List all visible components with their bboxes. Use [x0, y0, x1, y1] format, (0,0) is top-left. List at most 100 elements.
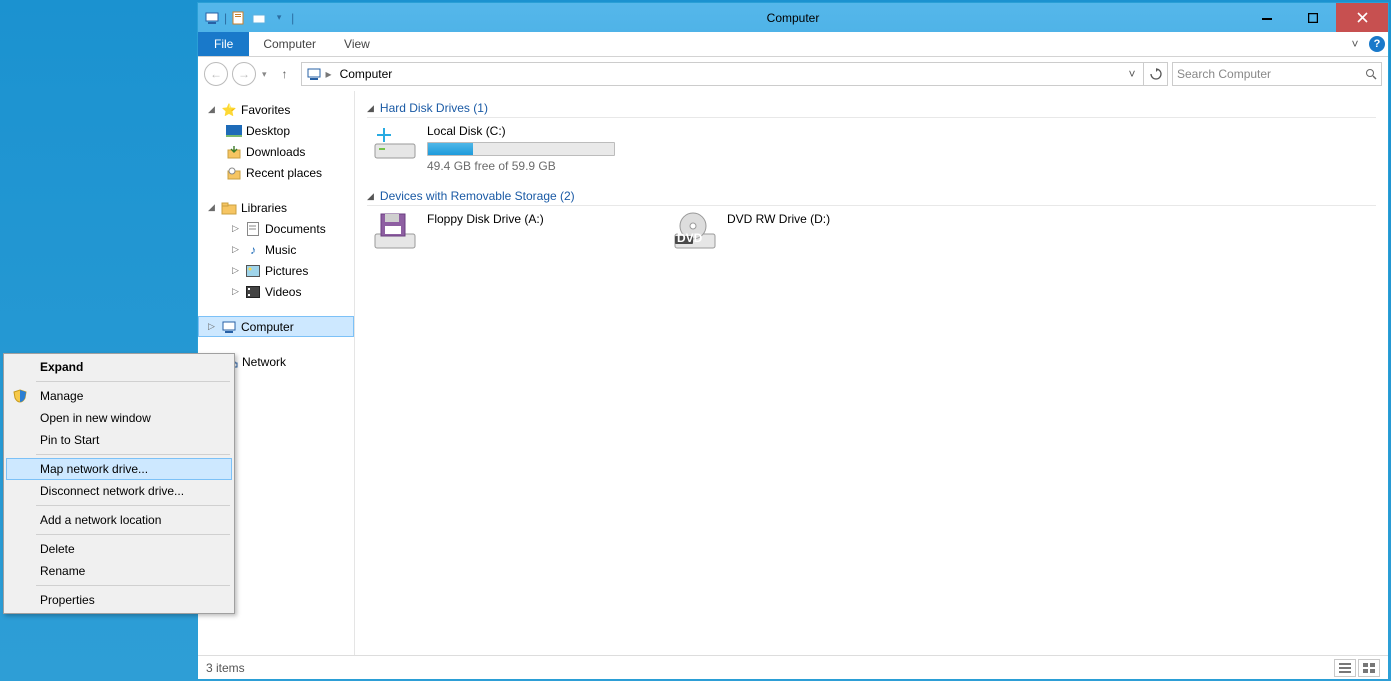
tab-view[interactable]: View — [330, 32, 384, 56]
window-controls — [1244, 3, 1388, 32]
qat-separator: | — [291, 11, 294, 25]
svg-text:DVD: DVD — [677, 231, 703, 245]
desktop-icon — [226, 123, 242, 139]
sidebar-item-downloads[interactable]: Downloads — [198, 141, 354, 162]
address-bar[interactable]: ▸ Computer ˅ — [301, 62, 1144, 86]
label: Recent places — [246, 166, 322, 180]
menu-separator — [36, 585, 230, 586]
computer-group: ▷ Computer — [198, 316, 354, 337]
sidebar-item-desktop[interactable]: Desktop — [198, 120, 354, 141]
collapse-icon[interactable]: ◢ — [208, 202, 217, 213]
collapse-icon[interactable]: ◢ — [208, 104, 217, 115]
minimize-button[interactable] — [1244, 3, 1290, 32]
label: Music — [265, 243, 296, 257]
titlebar[interactable]: | ▾ | Computer — [198, 3, 1388, 32]
floppy-icon — [371, 212, 419, 252]
menu-item-add-network-location[interactable]: Add a network location — [6, 509, 232, 531]
qat-dropdown-icon[interactable]: ▾ — [271, 10, 287, 26]
drive-dvd[interactable]: DVD DVD RW Drive (D:) — [671, 212, 911, 252]
label: Computer — [241, 320, 294, 334]
search-box[interactable]: Search Computer — [1172, 62, 1382, 86]
libraries-group: ◢Libraries ▷Documents ▷♪Music ▷Pictures … — [198, 197, 354, 302]
computer-icon — [306, 66, 322, 82]
menu-item-expand[interactable]: Expand — [6, 356, 232, 378]
up-button[interactable]: ↑ — [273, 62, 297, 86]
tab-computer[interactable]: Computer — [249, 32, 330, 56]
label: Documents — [265, 222, 326, 236]
favorites-group: ◢⭐Favorites Desktop Downloads Recent pla… — [198, 99, 354, 183]
section-title: Hard Disk Drives (1) — [380, 101, 488, 115]
back-button[interactable]: ← — [204, 62, 228, 86]
ribbon-collapse-icon[interactable]: ˅ — [1344, 32, 1366, 56]
qat-separator: | — [224, 11, 227, 25]
section-hard-disks[interactable]: ◢ Hard Disk Drives (1) — [367, 101, 1376, 118]
collapse-icon[interactable]: ◢ — [367, 191, 374, 202]
recent-locations-icon[interactable]: ▾ — [260, 69, 269, 80]
explorer-window: | ▾ | Computer File Computer View ˅ ? ← … — [197, 2, 1389, 680]
breadcrumb-sep-icon[interactable]: ▸ — [326, 67, 332, 81]
libraries-label: Libraries — [241, 201, 287, 215]
window-title: Computer — [198, 11, 1388, 25]
menu-item-open-new-window[interactable]: Open in new window — [6, 407, 232, 429]
storage-bar — [427, 142, 615, 156]
context-menu: Expand Manage Open in new window Pin to … — [3, 353, 235, 614]
refresh-button[interactable] — [1144, 62, 1168, 86]
large-icons-view-button[interactable] — [1358, 659, 1380, 677]
libraries-header[interactable]: ◢ Libraries — [198, 197, 354, 218]
drive-sub: 49.4 GB free of 59.9 GB — [427, 159, 615, 173]
section-removable[interactable]: ◢ Devices with Removable Storage (2) — [367, 189, 1376, 206]
help-button[interactable]: ? — [1366, 32, 1388, 56]
expand-icon[interactable]: ▷ — [232, 223, 241, 234]
expand-icon[interactable]: ▷ — [232, 265, 241, 276]
star-icon: ⭐ — [221, 102, 237, 118]
search-icon — [1365, 68, 1377, 80]
label: Desktop — [246, 124, 290, 138]
sidebar-item-computer[interactable]: ▷ Computer — [198, 316, 354, 337]
content-pane[interactable]: ◢ Hard Disk Drives (1) Local Disk (C:) 4… — [355, 91, 1388, 655]
status-text: 3 items — [206, 661, 245, 675]
expand-icon[interactable]: ▷ — [232, 244, 241, 255]
close-button[interactable] — [1336, 3, 1388, 32]
sidebar-item-videos[interactable]: ▷Videos — [198, 281, 354, 302]
menu-item-map-network-drive[interactable]: Map network drive... — [6, 458, 232, 480]
drive-name: DVD RW Drive (D:) — [727, 212, 830, 226]
computer-icon — [204, 10, 220, 26]
hdd-icon — [371, 124, 419, 164]
details-view-button[interactable] — [1334, 659, 1356, 677]
videos-icon — [245, 284, 261, 300]
libraries-icon — [221, 200, 237, 216]
maximize-button[interactable] — [1290, 3, 1336, 32]
sidebar-item-documents[interactable]: ▷ Documents — [198, 218, 354, 239]
label: Network — [242, 355, 286, 369]
properties-icon[interactable] — [231, 10, 247, 26]
expand-icon[interactable]: ▷ — [208, 321, 217, 332]
new-folder-icon[interactable] — [251, 10, 267, 26]
menu-item-manage[interactable]: Manage — [6, 385, 232, 407]
menu-item-delete[interactable]: Delete — [6, 538, 232, 560]
favorites-header[interactable]: ◢⭐Favorites — [198, 99, 354, 120]
drive-local-c[interactable]: Local Disk (C:) 49.4 GB free of 59.9 GB — [371, 124, 611, 173]
expand-icon[interactable]: ▷ — [232, 286, 241, 297]
tab-file[interactable]: File — [198, 32, 249, 56]
dvd-icon: DVD — [671, 212, 719, 252]
collapse-icon[interactable]: ◢ — [367, 103, 374, 114]
documents-icon — [245, 221, 261, 237]
menu-item-pin-to-start[interactable]: Pin to Start — [6, 429, 232, 451]
menu-item-rename[interactable]: Rename — [6, 560, 232, 582]
forward-button[interactable]: → — [232, 62, 256, 86]
pictures-icon — [245, 263, 261, 279]
downloads-icon — [226, 144, 242, 160]
drive-floppy[interactable]: Floppy Disk Drive (A:) — [371, 212, 611, 252]
quick-access-toolbar: | ▾ | — [198, 10, 294, 26]
sidebar-item-recent[interactable]: Recent places — [198, 162, 354, 183]
help-icon: ? — [1369, 36, 1385, 52]
shield-icon — [12, 388, 28, 404]
sidebar-item-music[interactable]: ▷♪Music — [198, 239, 354, 260]
computer-icon — [221, 319, 237, 335]
address-dropdown-icon[interactable]: ˅ — [1123, 67, 1141, 81]
menu-item-properties[interactable]: Properties — [6, 589, 232, 611]
sidebar-item-pictures[interactable]: ▷Pictures — [198, 260, 354, 281]
search-placeholder: Search Computer — [1177, 67, 1271, 81]
menu-item-disconnect-network-drive[interactable]: Disconnect network drive... — [6, 480, 232, 502]
breadcrumb-computer[interactable]: Computer — [336, 67, 397, 81]
